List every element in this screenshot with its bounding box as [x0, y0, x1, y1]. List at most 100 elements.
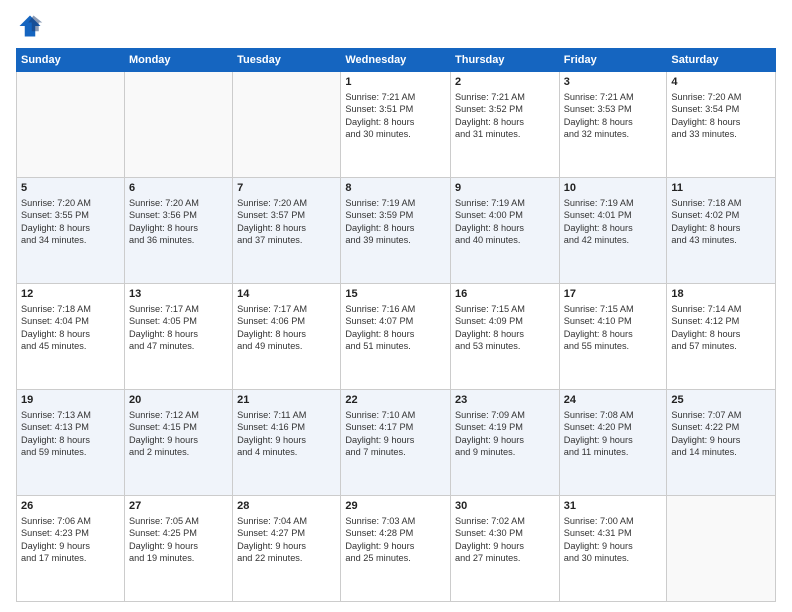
day-number: 14	[237, 287, 336, 302]
day-info: and 14 minutes.	[671, 446, 771, 458]
day-info: and 36 minutes.	[129, 234, 228, 246]
day-info: Daylight: 8 hours	[345, 116, 446, 128]
day-number: 30	[455, 499, 555, 514]
day-header-monday: Monday	[124, 49, 232, 72]
day-cell: 17Sunrise: 7:15 AMSunset: 4:10 PMDayligh…	[559, 284, 667, 390]
calendar-table: SundayMondayTuesdayWednesdayThursdayFrid…	[16, 48, 776, 602]
day-info: Sunrise: 7:13 AM	[21, 409, 120, 421]
day-info: Sunset: 4:15 PM	[129, 421, 228, 433]
day-info: and 47 minutes.	[129, 340, 228, 352]
day-info: Sunset: 4:00 PM	[455, 209, 555, 221]
day-info: and 31 minutes.	[455, 128, 555, 140]
day-cell	[667, 496, 776, 602]
day-info: Sunset: 3:54 PM	[671, 103, 771, 115]
day-info: and 17 minutes.	[21, 552, 120, 564]
day-number: 26	[21, 499, 120, 514]
day-info: and 25 minutes.	[345, 552, 446, 564]
day-info: and 7 minutes.	[345, 446, 446, 458]
day-header-saturday: Saturday	[667, 49, 776, 72]
day-number: 23	[455, 393, 555, 408]
day-info: Sunrise: 7:17 AM	[129, 303, 228, 315]
day-info: and 32 minutes.	[564, 128, 663, 140]
day-info: Sunrise: 7:21 AM	[564, 91, 663, 103]
day-info: Daylight: 8 hours	[21, 434, 120, 446]
day-info: Sunset: 4:02 PM	[671, 209, 771, 221]
day-number: 18	[671, 287, 771, 302]
day-cell: 22Sunrise: 7:10 AMSunset: 4:17 PMDayligh…	[341, 390, 451, 496]
day-info: and 22 minutes.	[237, 552, 336, 564]
day-number: 17	[564, 287, 663, 302]
day-cell: 3Sunrise: 7:21 AMSunset: 3:53 PMDaylight…	[559, 72, 667, 178]
day-cell: 10Sunrise: 7:19 AMSunset: 4:01 PMDayligh…	[559, 178, 667, 284]
day-info: Sunset: 3:51 PM	[345, 103, 446, 115]
day-info: Sunrise: 7:15 AM	[455, 303, 555, 315]
day-info: and 59 minutes.	[21, 446, 120, 458]
day-info: Daylight: 8 hours	[455, 328, 555, 340]
day-info: Sunrise: 7:20 AM	[129, 197, 228, 209]
day-cell: 26Sunrise: 7:06 AMSunset: 4:23 PMDayligh…	[17, 496, 125, 602]
day-info: and 30 minutes.	[345, 128, 446, 140]
week-row-3: 12Sunrise: 7:18 AMSunset: 4:04 PMDayligh…	[17, 284, 776, 390]
day-number: 24	[564, 393, 663, 408]
day-info: Daylight: 8 hours	[564, 328, 663, 340]
day-info: Sunrise: 7:11 AM	[237, 409, 336, 421]
logo-icon	[16, 12, 44, 40]
day-cell: 20Sunrise: 7:12 AMSunset: 4:15 PMDayligh…	[124, 390, 232, 496]
day-number: 28	[237, 499, 336, 514]
day-cell: 5Sunrise: 7:20 AMSunset: 3:55 PMDaylight…	[17, 178, 125, 284]
day-number: 21	[237, 393, 336, 408]
calendar-page: SundayMondayTuesdayWednesdayThursdayFrid…	[0, 0, 792, 612]
day-info: Daylight: 8 hours	[564, 222, 663, 234]
day-info: Sunset: 4:30 PM	[455, 527, 555, 539]
day-number: 1	[345, 75, 446, 90]
day-info: Sunrise: 7:19 AM	[455, 197, 555, 209]
day-info: Daylight: 8 hours	[455, 116, 555, 128]
day-info: Sunset: 4:20 PM	[564, 421, 663, 433]
day-info: Daylight: 9 hours	[345, 434, 446, 446]
day-number: 31	[564, 499, 663, 514]
day-info: Sunrise: 7:16 AM	[345, 303, 446, 315]
day-number: 5	[21, 181, 120, 196]
day-number: 7	[237, 181, 336, 196]
day-info: and 30 minutes.	[564, 552, 663, 564]
day-info: Sunrise: 7:19 AM	[564, 197, 663, 209]
day-info: Daylight: 8 hours	[237, 328, 336, 340]
day-number: 3	[564, 75, 663, 90]
day-number: 16	[455, 287, 555, 302]
day-cell: 13Sunrise: 7:17 AMSunset: 4:05 PMDayligh…	[124, 284, 232, 390]
day-cell: 24Sunrise: 7:08 AMSunset: 4:20 PMDayligh…	[559, 390, 667, 496]
day-info: Sunrise: 7:21 AM	[345, 91, 446, 103]
day-info: Sunset: 4:05 PM	[129, 315, 228, 327]
day-info: Sunset: 3:52 PM	[455, 103, 555, 115]
day-cell: 6Sunrise: 7:20 AMSunset: 3:56 PMDaylight…	[124, 178, 232, 284]
logo	[16, 12, 48, 40]
day-cell	[17, 72, 125, 178]
day-info: Sunrise: 7:09 AM	[455, 409, 555, 421]
day-cell	[124, 72, 232, 178]
week-row-4: 19Sunrise: 7:13 AMSunset: 4:13 PMDayligh…	[17, 390, 776, 496]
day-info: Daylight: 8 hours	[564, 116, 663, 128]
day-info: Sunset: 4:04 PM	[21, 315, 120, 327]
day-number: 15	[345, 287, 446, 302]
day-info: Sunset: 4:27 PM	[237, 527, 336, 539]
day-info: Daylight: 8 hours	[345, 222, 446, 234]
header	[16, 12, 776, 40]
day-number: 9	[455, 181, 555, 196]
day-info: and 53 minutes.	[455, 340, 555, 352]
day-info: Sunset: 4:10 PM	[564, 315, 663, 327]
day-cell: 18Sunrise: 7:14 AMSunset: 4:12 PMDayligh…	[667, 284, 776, 390]
day-number: 6	[129, 181, 228, 196]
day-info: Sunset: 3:53 PM	[564, 103, 663, 115]
day-info: and 43 minutes.	[671, 234, 771, 246]
day-info: Daylight: 8 hours	[671, 222, 771, 234]
day-number: 8	[345, 181, 446, 196]
day-info: Sunrise: 7:07 AM	[671, 409, 771, 421]
day-info: Daylight: 9 hours	[455, 434, 555, 446]
day-number: 13	[129, 287, 228, 302]
day-info: Sunset: 3:57 PM	[237, 209, 336, 221]
day-number: 12	[21, 287, 120, 302]
day-info: and 55 minutes.	[564, 340, 663, 352]
day-header-tuesday: Tuesday	[233, 49, 341, 72]
day-info: and 37 minutes.	[237, 234, 336, 246]
day-info: Sunset: 3:59 PM	[345, 209, 446, 221]
